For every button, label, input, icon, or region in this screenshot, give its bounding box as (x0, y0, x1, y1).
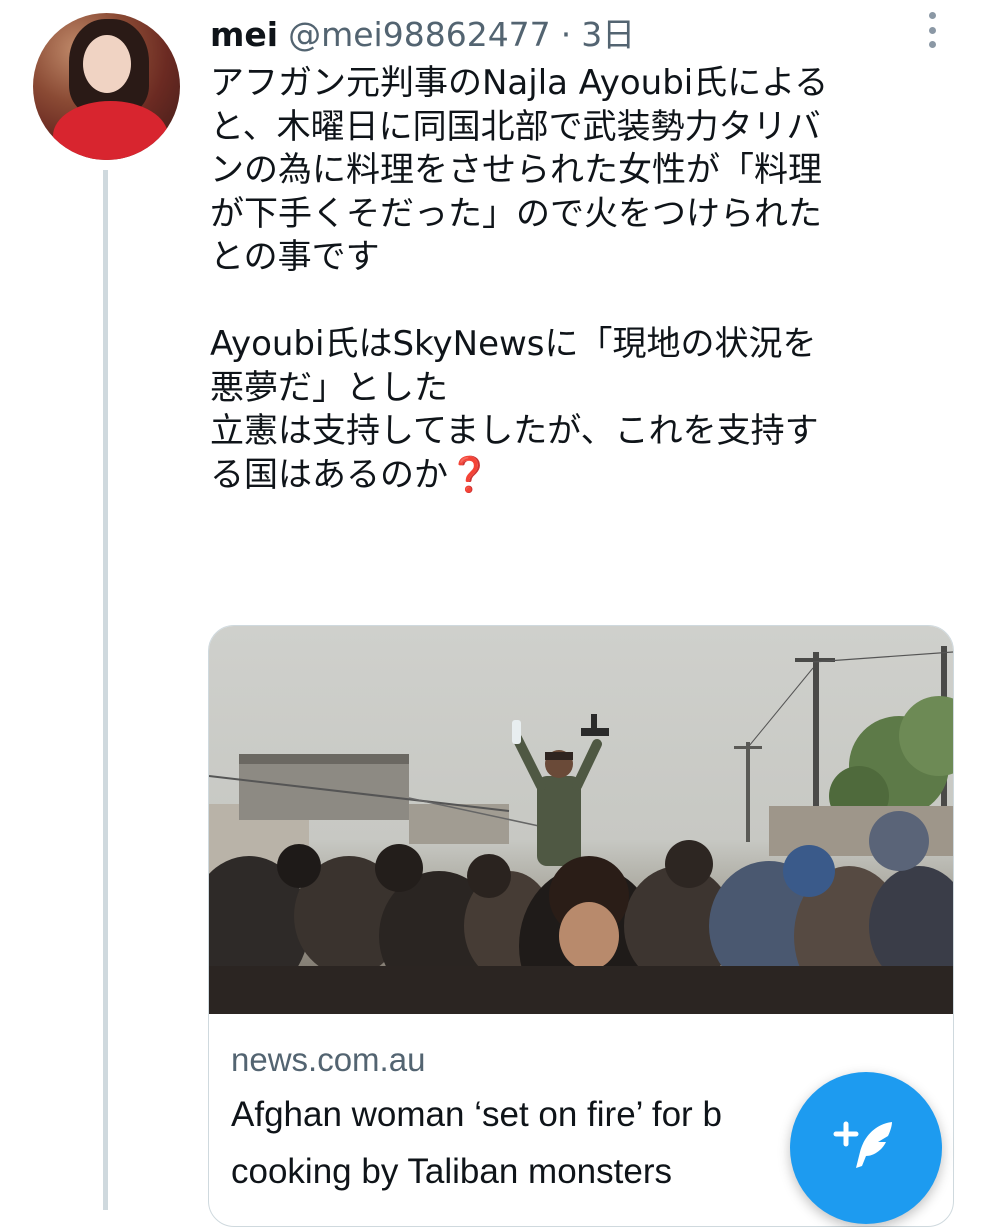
tweet-line: る国はあるのか (210, 454, 448, 495)
tweet-line: が下手くそだった」ので火をつけられた (210, 193, 822, 234)
tweet-line: と、木曜日に同国北部で武装勢力タリバ (210, 106, 821, 147)
tweet-line: 悪夢だ」とした (210, 367, 448, 408)
compose-tweet-button[interactable] (790, 1072, 942, 1224)
card-title-line: Afghan woman ‘set on fire’ for b (231, 1095, 722, 1134)
tweet-line: ンの為に料理をさせられた女性が「料理 (210, 150, 822, 190)
tweet-header: mei @mei98862477 · 3日 (210, 14, 635, 56)
tweet-line: アフガン元判事のNajla Ayoubi氏による (210, 63, 829, 103)
crowd-photo (209, 646, 953, 1014)
tweet-line: Ayoubi氏はSkyNewsに「現地の状況を (210, 324, 817, 364)
card-domain: news.com.au (231, 1041, 426, 1078)
tweet-line: 立憲は支持してましたが、これを支持す (210, 411, 819, 451)
compose-tweet-icon (833, 1121, 892, 1168)
user-handle[interactable]: @mei98862477 (288, 14, 551, 56)
card-title-line: cooking by Taliban monsters (231, 1152, 672, 1191)
tweet-text: アフガン元判事のNajla Ayoubi氏による と、木曜日に同国北部で武装勢力… (210, 62, 960, 497)
thread-connector-line (103, 170, 108, 1210)
separator-dot: · (560, 15, 572, 54)
display-name[interactable]: mei (210, 14, 278, 56)
question-mark-icon: ❓ (448, 454, 491, 495)
card-image[interactable] (209, 626, 953, 1014)
more-vertical-icon[interactable] (918, 12, 946, 48)
tweet-line-last: る国はあるのか❓ (210, 454, 960, 498)
card-meta: news.com.au Afghan woman ‘set on fire’ f… (231, 1036, 722, 1198)
tweet-line: との事です (210, 237, 380, 277)
avatar[interactable] (33, 13, 180, 160)
timestamp[interactable]: 3日 (581, 14, 635, 56)
